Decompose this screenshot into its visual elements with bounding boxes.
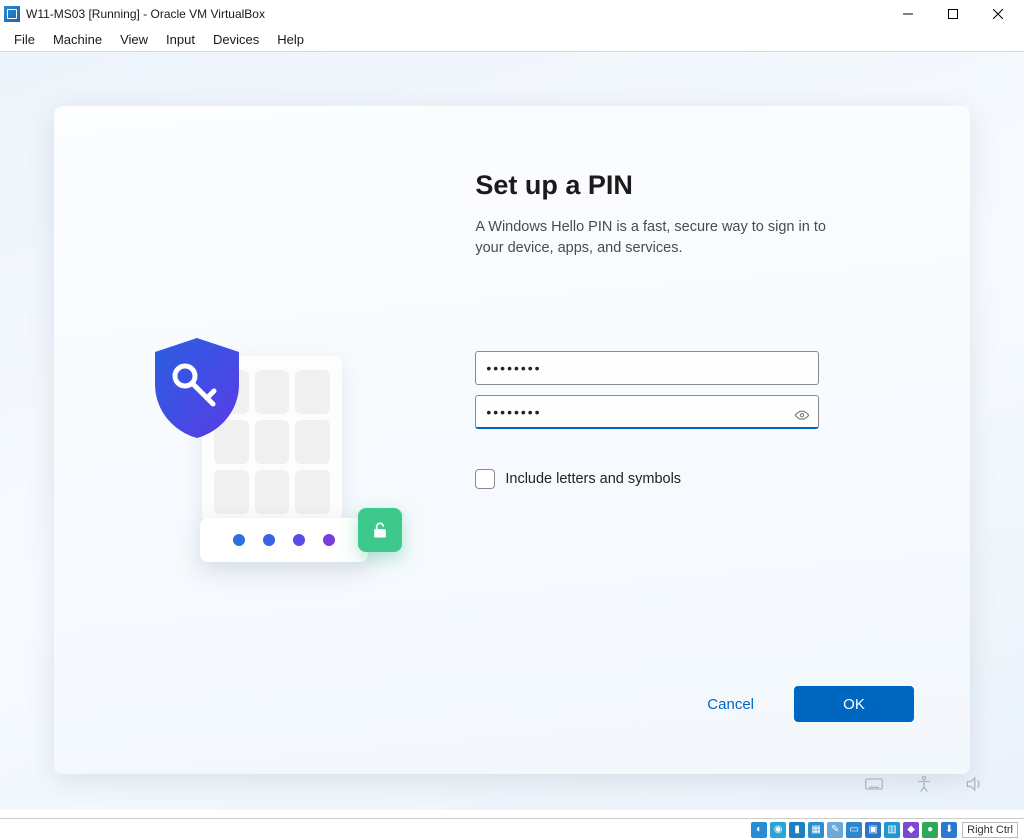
pin-field[interactable] [475,351,819,385]
windows-quick-tray [864,774,984,794]
menu-file[interactable]: File [6,29,43,50]
dialog-description: A Windows Hello PIN is a fast, secure wa… [475,217,855,259]
menu-help[interactable]: Help [269,29,312,50]
shield-key-icon [146,334,248,440]
host-key-label: Right Ctrl [967,824,1013,836]
close-button[interactable] [975,0,1020,28]
dialog-form-pane: Set up a PIN A Windows Hello PIN is a fa… [475,106,970,774]
unlock-icon [358,508,402,552]
status-optical-icon[interactable]: ◉ [770,822,786,838]
vm-guest-screen: Set up a PIN A Windows Hello PIN is a fa… [0,52,1024,810]
virtualbox-statusbar: ◐ ◉ ▮ ▦ ✎ ▭ ▣ ▥ ◆ ● ⬇ Right Ctrl [0,818,1024,840]
pin-illustration [146,346,416,556]
reveal-password-icon[interactable] [793,406,811,424]
cancel-button[interactable]: Cancel [707,696,754,713]
pin-dots-graphic [200,518,368,562]
window-titlebar: W11-MS03 [Running] - Oracle VM VirtualBo… [0,0,1024,28]
status-hdd-icon[interactable]: ◐ [751,822,767,838]
maximize-button[interactable] [930,0,975,28]
ok-button[interactable]: OK [794,686,914,722]
status-features-icon[interactable]: ◆ [903,822,919,838]
status-cpu-icon[interactable]: ▥ [884,822,900,838]
status-audio-icon[interactable]: ✎ [827,822,843,838]
volume-icon[interactable] [964,774,984,794]
window-title: W11-MS03 [Running] - Oracle VM VirtualBo… [26,7,265,21]
menu-view[interactable]: View [112,29,156,50]
dialog-heading: Set up a PIN [475,170,910,201]
virtualbox-icon [4,6,20,22]
menu-machine[interactable]: Machine [45,29,110,50]
status-mouse-icon[interactable]: ⬇ [941,822,957,838]
pin-setup-dialog: Set up a PIN A Windows Hello PIN is a fa… [54,106,970,774]
menu-input[interactable]: Input [158,29,203,50]
status-usb-icon[interactable]: ▮ [789,822,805,838]
keyboard-icon[interactable] [864,774,884,794]
minimize-button[interactable] [885,0,930,28]
accessibility-icon[interactable] [914,774,934,794]
confirm-pin-field[interactable] [475,395,819,429]
status-folder-icon[interactable]: ▦ [808,822,824,838]
menu-devices[interactable]: Devices [205,29,267,50]
dialog-illustration-pane [54,106,475,774]
status-network-icon[interactable]: ● [922,822,938,838]
include-symbols-label: Include letters and symbols [505,471,681,487]
menubar: File Machine View Input Devices Help [0,28,1024,52]
host-key-indicator[interactable]: Right Ctrl [962,822,1018,838]
status-recording-icon[interactable]: ▣ [865,822,881,838]
include-symbols-checkbox[interactable] [475,469,495,489]
status-display-icon[interactable]: ▭ [846,822,862,838]
